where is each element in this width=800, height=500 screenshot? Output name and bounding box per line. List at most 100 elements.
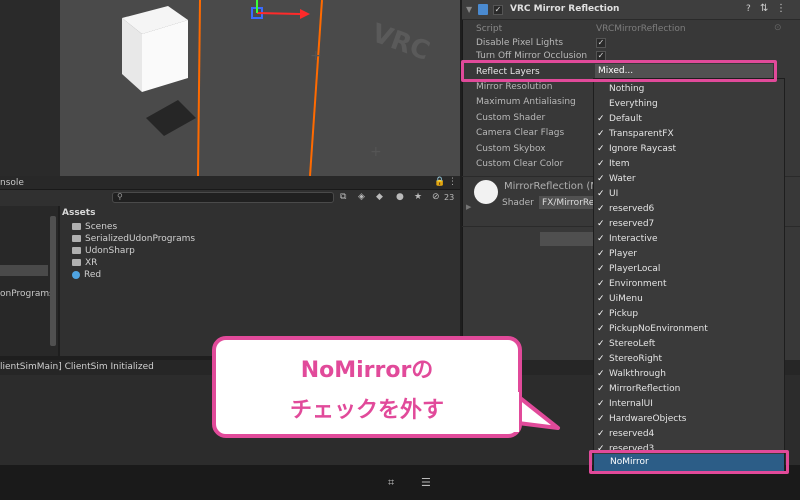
layer-option[interactable]: ✓ UI xyxy=(597,187,783,201)
layer-option-label: Water xyxy=(609,174,636,184)
layer-option[interactable]: ✓ Interactive xyxy=(597,232,783,246)
layer-option-label: reserved6 xyxy=(609,204,655,214)
disable-pixel-lights-checkbox[interactable]: ✓ xyxy=(596,38,606,48)
layer-option-label: UI xyxy=(609,189,619,199)
kebab-menu-icon[interactable]: ⋮ xyxy=(448,177,457,187)
layer-option[interactable]: ✓ HardwareObjects xyxy=(597,412,783,426)
capture-icon[interactable]: ⌗ xyxy=(388,476,394,490)
layer-option[interactable]: Nothing xyxy=(597,82,783,96)
assets-breadcrumb[interactable]: Assets xyxy=(62,208,95,218)
svg-text:+: + xyxy=(310,48,322,64)
tag-icon[interactable]: ◆ xyxy=(376,192,383,202)
hidden-count-icon[interactable]: ⊘ xyxy=(432,192,440,202)
console-tab-bar xyxy=(0,176,460,190)
asset-folder-serialized[interactable]: SerializedUdonPrograms xyxy=(72,234,195,244)
check-icon: ✓ xyxy=(597,129,605,139)
check-icon: ✓ xyxy=(597,234,605,244)
check-icon: ✓ xyxy=(597,114,605,124)
layer-option[interactable]: ✓ PickupNoEnvironment xyxy=(597,322,783,336)
check-icon: ✓ xyxy=(597,369,605,379)
favorite-icon[interactable]: ★ xyxy=(414,192,422,202)
layer-option[interactable]: ✓ TransparentFX xyxy=(597,127,783,141)
search-input[interactable] xyxy=(112,192,334,203)
cube-shadow xyxy=(146,100,196,136)
asset-folder-udonsharp[interactable]: UdonSharp xyxy=(72,246,135,256)
tree-selected-row[interactable] xyxy=(0,265,48,276)
layer-option[interactable]: ✓ PlayerLocal xyxy=(597,262,783,276)
layer-option-label: Default xyxy=(609,114,642,124)
selection-outline-right xyxy=(309,0,323,176)
expand-arrow-icon[interactable]: ▶ xyxy=(466,203,471,211)
check-icon: ✓ xyxy=(597,384,605,394)
folder-icon xyxy=(72,223,81,230)
check-icon: ✓ xyxy=(597,279,605,289)
filter-label-icon[interactable]: ◈ xyxy=(358,192,365,202)
hidden-count: 23 xyxy=(444,193,455,202)
layer-option[interactable]: ✓ StereoLeft xyxy=(597,337,783,351)
folder-icon xyxy=(72,235,81,242)
layer-option[interactable]: ✓ MirrorReflection xyxy=(597,382,783,396)
layer-option-label: reserved7 xyxy=(609,219,655,229)
layer-option[interactable]: ✓ reserved6 xyxy=(597,202,783,216)
lock-icon[interactable]: 🔒 xyxy=(434,177,445,187)
layer-option-label: Ignore Raycast xyxy=(609,144,677,154)
layer-option[interactable]: ✓ StereoRight xyxy=(597,352,783,366)
layer-option[interactable]: ✓ Water xyxy=(597,172,783,186)
asset-folder-scenes[interactable]: Scenes xyxy=(72,222,117,232)
callout-line-2: チェックを外す xyxy=(289,398,444,423)
layer-option-label: HardwareObjects xyxy=(609,414,687,424)
layer-option[interactable]: Everything xyxy=(597,97,783,111)
callout-line-1: NoMirrorの xyxy=(300,358,434,383)
tree-item[interactable]: onPrograms xyxy=(0,289,54,299)
layer-option[interactable]: ✓ Default xyxy=(597,112,783,126)
layout-icon[interactable]: ☰ xyxy=(421,476,431,489)
add-component-button[interactable] xyxy=(540,232,600,246)
project-assets-panel xyxy=(60,206,460,356)
check-icon: ✓ xyxy=(597,159,605,169)
kebab-menu-icon[interactable]: ⋮ xyxy=(776,3,786,14)
layer-option-label: Item xyxy=(609,159,630,169)
layer-option[interactable]: ✓ reserved4 xyxy=(597,427,783,441)
layer-option[interactable]: ✓ Environment xyxy=(597,277,783,291)
layer-option[interactable]: ✓ Walkthrough xyxy=(597,367,783,381)
asset-folder-xr[interactable]: XR xyxy=(72,258,97,268)
shader-value: FX/MirrorRef xyxy=(542,198,598,208)
layer-option-label: Player xyxy=(609,249,638,259)
layer-option[interactable]: ✓ reserved7 xyxy=(597,217,783,231)
asset-material-red[interactable]: Red xyxy=(72,270,101,280)
layer-option[interactable]: ✓ UiMenu xyxy=(597,292,783,306)
material-preview-sphere xyxy=(474,180,498,204)
layer-option-label: UiMenu xyxy=(609,294,643,304)
check-icon: ✓ xyxy=(597,294,605,304)
layer-option[interactable]: ✓ Pickup xyxy=(597,307,783,321)
layer-option[interactable]: ✓ Item xyxy=(597,157,783,171)
clear-flags-label: Camera Clear Flags xyxy=(476,128,565,138)
collapse-arrow-icon[interactable]: ▼ xyxy=(466,5,472,14)
nomirror-highlight xyxy=(589,450,789,474)
layer-option[interactable]: ✓ InternalUI xyxy=(597,397,783,411)
material-icon xyxy=(72,270,80,279)
scrollbar[interactable] xyxy=(50,216,56,346)
folder-icon xyxy=(72,259,81,266)
layer-option-label: StereoLeft xyxy=(609,339,656,349)
check-icon: ✓ xyxy=(597,429,605,439)
help-icon[interactable]: ? xyxy=(746,4,751,14)
console-tab[interactable]: nsole xyxy=(0,178,24,188)
preset-icon[interactable]: ⇅ xyxy=(760,3,768,14)
component-enabled-checkbox[interactable]: ✓ xyxy=(493,5,503,15)
check-icon: ✓ xyxy=(597,309,605,319)
object-picker-icon[interactable]: ⊙ xyxy=(774,23,782,33)
layer-option-label: PlayerLocal xyxy=(609,264,661,274)
mirror-resolution-label: Mirror Resolution xyxy=(476,82,553,92)
custom-clear-color-label: Custom Clear Color xyxy=(476,159,564,169)
filter-type-icon[interactable]: ⧉ xyxy=(340,192,346,202)
layer-option-label: Nothing xyxy=(609,84,645,94)
scene-objects[interactable]: VRC + + xyxy=(60,0,460,176)
material-name: MirrorReflection (M xyxy=(504,181,599,192)
folder-icon xyxy=(72,247,81,254)
search-icon: ⚲ xyxy=(117,192,123,201)
check-icon: ✓ xyxy=(597,174,605,184)
layer-option[interactable]: ✓ Player xyxy=(597,247,783,261)
warning-icon[interactable]: ● xyxy=(396,192,404,202)
layer-option[interactable]: ✓ Ignore Raycast xyxy=(597,142,783,156)
